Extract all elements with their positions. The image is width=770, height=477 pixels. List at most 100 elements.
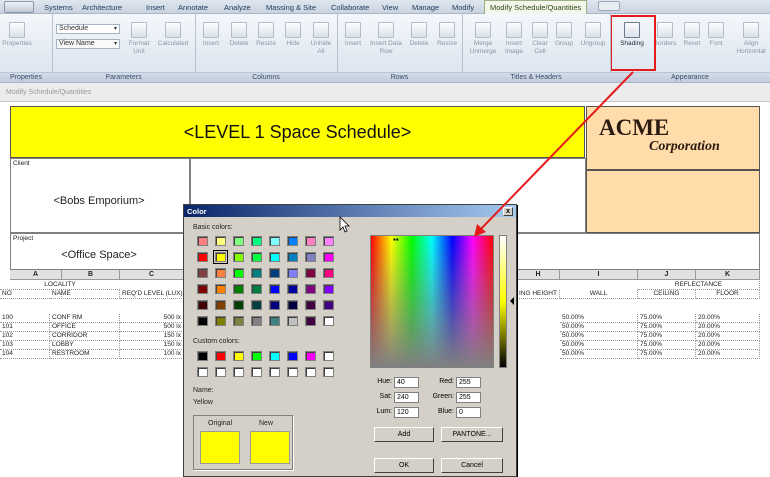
basic-color-swatch[interactable] xyxy=(287,284,298,294)
basic-color-swatch[interactable] xyxy=(305,316,316,326)
lum-field[interactable]: 120 xyxy=(394,407,419,418)
custom-color-swatch[interactable] xyxy=(269,351,280,361)
basic-color-swatch[interactable] xyxy=(197,300,208,310)
project-cell[interactable]: Project <Office Space> xyxy=(10,233,190,270)
column-header-c[interactable]: C xyxy=(120,270,184,280)
panel-rows[interactable]: Rows xyxy=(337,74,462,81)
logo-cell[interactable]: ACME Corporation xyxy=(586,106,760,170)
cell-ceiling[interactable]: 75.00% xyxy=(638,314,696,323)
basic-color-swatch[interactable] xyxy=(233,300,244,310)
column-header-j[interactable]: J xyxy=(638,270,696,280)
custom-color-swatch[interactable] xyxy=(323,351,334,361)
basic-color-swatch[interactable] xyxy=(213,250,228,264)
resize-column-button[interactable]: Resize xyxy=(253,22,279,48)
basic-color-swatch[interactable] xyxy=(269,284,280,294)
basic-color-swatch[interactable] xyxy=(197,268,208,278)
basic-color-swatch[interactable] xyxy=(215,284,226,294)
basic-color-swatch[interactable] xyxy=(323,268,334,278)
hide-column-button[interactable]: Hide xyxy=(281,22,305,48)
cell-floor[interactable]: 20.00% xyxy=(696,350,760,359)
cell-ceiling[interactable]: 75.00% xyxy=(638,323,696,332)
cell-name[interactable]: CORRIDOR xyxy=(50,332,120,341)
basic-color-swatch[interactable] xyxy=(287,300,298,310)
tab-overflow-button[interactable] xyxy=(598,1,620,11)
custom-color-swatch[interactable] xyxy=(233,367,244,377)
cell-lux[interactable]: 500 lx xyxy=(120,323,184,332)
insert-row-button[interactable]: Insert xyxy=(340,22,366,48)
basic-color-swatch[interactable] xyxy=(323,252,334,262)
basic-color-swatch[interactable] xyxy=(269,316,280,326)
column-header-a[interactable]: A xyxy=(10,270,62,280)
basic-color-swatch[interactable] xyxy=(233,268,244,278)
basic-color-swatch[interactable] xyxy=(305,268,316,278)
basic-color-swatch[interactable] xyxy=(215,316,226,326)
basic-color-swatch[interactable] xyxy=(215,268,226,278)
application-menu-button[interactable] xyxy=(4,1,34,13)
cell-wall[interactable]: 50.00% xyxy=(560,314,638,323)
insert-image-button[interactable]: Insert Image xyxy=(501,22,527,56)
color-spectrum[interactable] xyxy=(370,235,494,368)
blue-field[interactable]: 0 xyxy=(456,407,481,418)
basic-color-swatch[interactable] xyxy=(197,316,208,326)
clear-cell-button[interactable]: Clear Cell xyxy=(529,22,551,56)
basic-color-swatch[interactable] xyxy=(233,252,244,262)
cell-name[interactable]: LOBBY xyxy=(50,341,120,350)
cell-no[interactable]: 102 xyxy=(0,332,50,341)
dialog-title-bar[interactable]: Color x xyxy=(184,205,516,217)
delete-column-button[interactable]: Delete xyxy=(226,22,252,48)
custom-color-swatch[interactable] xyxy=(323,367,334,377)
cell-ceiling[interactable]: 75.00% xyxy=(638,332,696,341)
menu-modify[interactable]: Modify xyxy=(452,3,474,12)
basic-color-swatch[interactable] xyxy=(269,236,280,246)
custom-color-swatch[interactable] xyxy=(215,351,226,361)
basic-color-swatch[interactable] xyxy=(323,300,334,310)
menu-insert[interactable]: Insert xyxy=(146,3,165,12)
basic-color-swatch[interactable] xyxy=(251,300,262,310)
basic-color-swatch[interactable] xyxy=(287,268,298,278)
view-name-field[interactable]: View Name ▾ xyxy=(56,39,120,49)
menu-architecture[interactable]: Architecture xyxy=(82,3,122,12)
column-header-b[interactable]: B xyxy=(62,270,120,280)
luminosity-slider[interactable] xyxy=(499,235,507,368)
luminosity-arrow-icon[interactable] xyxy=(510,297,514,305)
custom-color-swatch[interactable] xyxy=(269,367,280,377)
ok-button[interactable]: OK xyxy=(374,458,434,473)
properties-button[interactable]: Properties xyxy=(2,22,32,48)
basic-color-swatch[interactable] xyxy=(233,284,244,294)
custom-color-swatch[interactable] xyxy=(197,351,208,361)
basic-color-swatch[interactable] xyxy=(251,316,262,326)
format-unit-button[interactable]: Format Unit xyxy=(124,22,154,56)
panel-appearance[interactable]: Appearance xyxy=(610,74,770,81)
panel-properties[interactable]: Properties xyxy=(0,74,52,81)
cell-wall[interactable]: 50.00% xyxy=(560,350,638,359)
logo-lower-cell[interactable] xyxy=(586,170,760,233)
basic-color-swatch[interactable] xyxy=(305,236,316,246)
custom-color-swatch[interactable] xyxy=(233,351,244,361)
custom-color-swatch[interactable] xyxy=(287,351,298,361)
basic-color-swatch[interactable] xyxy=(197,252,208,262)
basic-color-swatch[interactable] xyxy=(305,252,316,262)
menu-systems[interactable]: Systems xyxy=(44,3,73,12)
group-button[interactable]: Group xyxy=(552,22,576,48)
sat-field[interactable]: 240 xyxy=(394,392,419,403)
basic-color-swatch[interactable] xyxy=(215,236,226,246)
basic-color-swatch[interactable] xyxy=(233,316,244,326)
reset-button[interactable]: Reset xyxy=(681,22,703,48)
insert-data-row-button[interactable]: Insert Data Row xyxy=(368,22,404,56)
cell-wall[interactable]: 50.00% xyxy=(560,332,638,341)
insert-column-button[interactable]: Insert xyxy=(198,22,224,48)
cell-floor[interactable]: 20.00% xyxy=(696,323,760,332)
basic-color-swatch[interactable] xyxy=(269,268,280,278)
menu-view[interactable]: View xyxy=(382,3,398,12)
custom-color-swatch[interactable] xyxy=(287,367,298,377)
column-header-i[interactable]: I xyxy=(560,270,638,280)
custom-color-swatch[interactable] xyxy=(251,351,262,361)
align-horizontal-button[interactable]: Align Horizontal xyxy=(734,22,768,56)
green-field[interactable]: 255 xyxy=(456,392,481,403)
basic-color-swatch[interactable] xyxy=(287,252,298,262)
schedule-title-cell[interactable]: <LEVEL 1 Space Schedule> xyxy=(10,106,585,158)
menu-annotate[interactable]: Annotate xyxy=(178,3,208,12)
basic-color-swatch[interactable] xyxy=(269,252,280,262)
basic-color-swatch[interactable] xyxy=(269,300,280,310)
menu-manage[interactable]: Manage xyxy=(412,3,439,12)
